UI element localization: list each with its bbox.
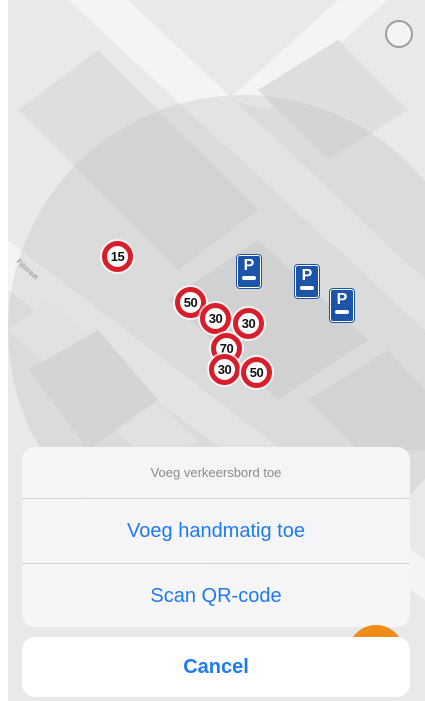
cancel-button[interactable]: Cancel bbox=[22, 637, 410, 697]
action-sheet-title: Voeg verkeersbord toe bbox=[22, 447, 410, 499]
speed-limit-sign[interactable]: 15 bbox=[102, 241, 133, 272]
parking-sign[interactable]: P bbox=[237, 255, 261, 288]
action-sheet: Voeg verkeersbord toe Voeg handmatig toe… bbox=[22, 447, 410, 627]
car-icon bbox=[335, 310, 349, 314]
parking-sign-label: P bbox=[243, 257, 255, 274]
parking-sign[interactable]: P bbox=[330, 289, 354, 322]
car-icon bbox=[242, 276, 256, 280]
phone-screen: Fijlstraat 15 50 30 30 70 30 50 P P P Vo… bbox=[8, 0, 425, 701]
scan-qr-button[interactable]: Scan QR-code bbox=[22, 564, 410, 627]
parking-sign-label: P bbox=[336, 291, 348, 308]
parking-sign[interactable]: P bbox=[295, 265, 319, 298]
profile-icon[interactable] bbox=[385, 20, 413, 48]
car-icon bbox=[300, 286, 314, 290]
speed-limit-sign[interactable]: 30 bbox=[200, 303, 231, 334]
speed-limit-sign[interactable]: 30 bbox=[233, 308, 264, 339]
speed-limit-sign[interactable]: 50 bbox=[241, 357, 272, 388]
speed-limit-sign[interactable]: 30 bbox=[209, 354, 240, 385]
add-manually-button[interactable]: Voeg handmatig toe bbox=[22, 499, 410, 564]
parking-sign-label: P bbox=[301, 267, 313, 284]
